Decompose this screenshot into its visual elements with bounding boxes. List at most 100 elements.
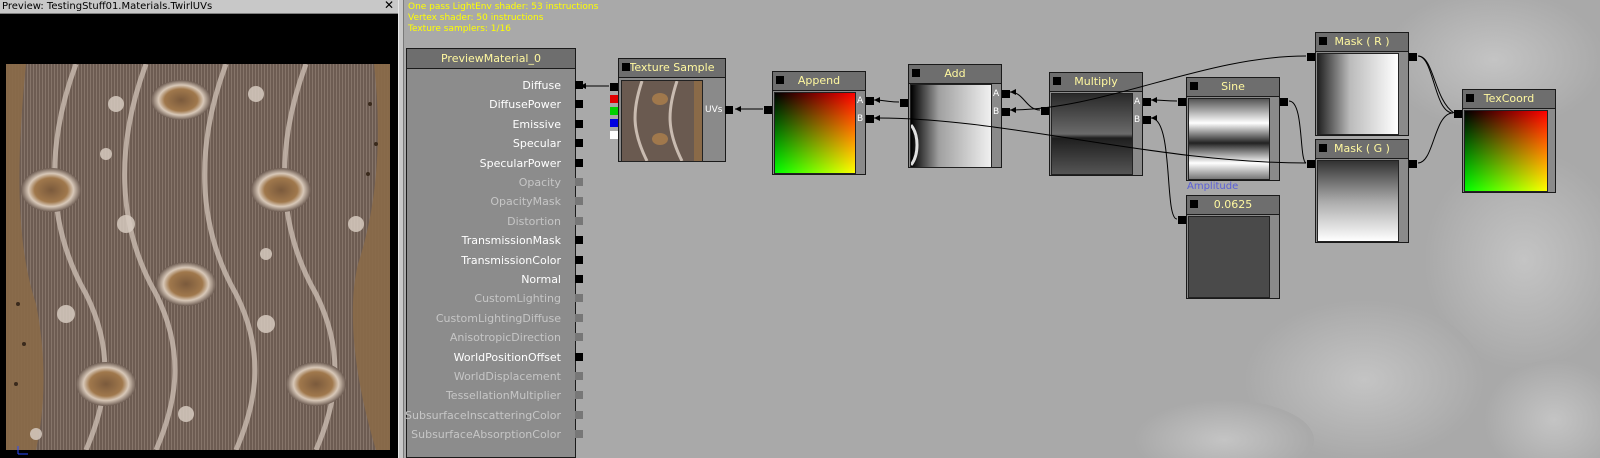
material-input-pin[interactable] <box>575 216 583 225</box>
close-icon[interactable]: ✕ <box>384 0 394 12</box>
material-input-pin[interactable] <box>575 139 583 148</box>
material-input-label: DiffusePower <box>489 98 561 112</box>
output-pin[interactable] <box>900 99 908 107</box>
preview-panel: Preview: TestingStuff01.Materials.TwirlU… <box>0 0 398 458</box>
node-title: Mask ( R ) <box>1334 35 1390 48</box>
output-pin[interactable] <box>764 106 772 114</box>
collapse-toggle-icon[interactable] <box>1190 82 1198 90</box>
material-input-row[interactable]: Diffuse <box>405 76 583 95</box>
material-input-pin[interactable] <box>575 100 583 109</box>
material-input-row[interactable]: Opacity <box>405 173 583 192</box>
material-input-row[interactable]: DiffusePower <box>405 95 583 114</box>
output-pin-b[interactable] <box>610 119 618 127</box>
material-input-row[interactable]: SpecularPower <box>405 154 583 173</box>
output-pin-r[interactable] <box>610 95 618 103</box>
material-graph-canvas[interactable]: One pass LightEnv shader: 53 instruction… <box>404 0 1600 458</box>
output-pin[interactable] <box>1041 107 1049 115</box>
material-input-row[interactable]: CustomLightingDiffuse <box>405 309 583 328</box>
input-pin-b[interactable] <box>1143 116 1151 124</box>
material-input-pin[interactable] <box>575 158 583 167</box>
texture-sample-node[interactable]: Texture Sample UVs <box>610 58 733 162</box>
material-input-pin[interactable] <box>575 352 583 361</box>
mask-r-node[interactable]: Mask ( R ) <box>1307 32 1417 136</box>
material-input-label: CustomLighting <box>474 292 561 306</box>
material-input-pin[interactable] <box>575 333 583 342</box>
add-node[interactable]: Add A B <box>900 64 1010 168</box>
material-input-pin[interactable] <box>575 255 583 264</box>
collapse-toggle-icon[interactable] <box>1319 37 1327 45</box>
output-pin[interactable] <box>1178 98 1186 106</box>
input-pin[interactable] <box>1409 53 1417 61</box>
material-input-row[interactable]: TransmissionMask <box>405 231 583 250</box>
material-input-pin[interactable] <box>575 430 583 439</box>
material-input-pin[interactable] <box>575 236 583 245</box>
collapse-toggle-icon[interactable] <box>776 76 784 84</box>
material-input-row[interactable]: Emissive <box>405 115 583 134</box>
preview-material-node[interactable]: PreviewMaterial_0 Diffuse DiffusePower Emi… <box>405 48 583 458</box>
material-input-row[interactable]: Distortion <box>405 212 583 231</box>
collapse-toggle-icon[interactable] <box>1190 200 1198 208</box>
mask-g-node[interactable]: Mask ( G ) <box>1307 139 1417 243</box>
output-pin[interactable] <box>1178 216 1186 224</box>
output-pin-a[interactable] <box>610 131 618 139</box>
material-input-row[interactable]: WorldDisplacement <box>405 367 583 386</box>
output-pin-rgb[interactable] <box>610 83 618 91</box>
material-input-row[interactable]: OpacityMask <box>405 192 583 211</box>
material-input-label: OpacityMask <box>490 195 561 209</box>
material-input-label: Distortion <box>507 214 561 228</box>
material-input-pin[interactable] <box>575 372 583 380</box>
input-pin-uvs[interactable] <box>725 106 733 114</box>
material-input-row[interactable]: TransmissionColor <box>405 251 583 270</box>
output-pin-g[interactable] <box>610 107 618 115</box>
input-pin-b[interactable] <box>1002 108 1010 116</box>
material-input-row[interactable]: TessellationMultiplier <box>405 386 583 405</box>
collapse-toggle-icon[interactable] <box>1053 77 1061 85</box>
material-input-row[interactable]: CustomLighting <box>405 289 583 308</box>
collapse-toggle-icon[interactable] <box>622 63 630 71</box>
material-input-label: TransmissionColor <box>461 253 561 267</box>
output-pin[interactable] <box>1307 160 1315 168</box>
material-input-pin[interactable] <box>575 197 583 206</box>
input-pin-a[interactable] <box>866 97 874 105</box>
material-input-label: SpecularPower <box>479 156 561 170</box>
material-input-row[interactable]: Normal <box>405 270 583 289</box>
material-input-pin[interactable] <box>575 81 583 89</box>
amplitude-caption: Amplitude <box>1187 181 1239 192</box>
multiply-node[interactable]: Multiply A B <box>1041 72 1151 176</box>
material-input-row[interactable]: AnisotropicDirection <box>405 328 583 347</box>
constant-node[interactable]: 0.0625 <box>1178 195 1280 299</box>
material-input-pin[interactable] <box>575 410 583 419</box>
collapse-toggle-icon[interactable] <box>1466 94 1474 102</box>
collapse-toggle-icon[interactable] <box>1319 144 1327 152</box>
append-node[interactable]: Append A B <box>764 71 874 175</box>
node-title: Add <box>944 67 966 80</box>
material-input-row[interactable]: WorldPositionOffset <box>405 348 583 367</box>
sine-node[interactable]: Sine <box>1178 77 1288 181</box>
material-input-row[interactable]: SubsurfaceAbsorptionColor <box>405 425 583 444</box>
input-pin-a[interactable] <box>1143 98 1151 106</box>
input-pin-b[interactable] <box>866 115 874 123</box>
material-input-label: SubsurfaceInscatteringColor <box>405 408 561 422</box>
material-input-row[interactable]: SubsurfaceInscatteringColor <box>405 406 583 425</box>
collapse-toggle-icon[interactable] <box>912 69 920 77</box>
input-pin[interactable] <box>1409 160 1417 168</box>
material-input-label: TransmissionMask <box>461 234 561 248</box>
material-input-pin[interactable] <box>575 275 583 283</box>
output-pin[interactable] <box>1454 110 1462 118</box>
material-input-pin[interactable] <box>575 119 583 128</box>
material-input-pin[interactable] <box>575 313 583 322</box>
append-preview <box>774 92 856 174</box>
output-pin[interactable] <box>1307 53 1315 61</box>
node-title: PreviewMaterial_0 <box>407 49 575 69</box>
material-input-row[interactable]: Specular <box>405 134 583 153</box>
material-input-pin[interactable] <box>575 294 583 303</box>
canvas-background <box>1134 0 1600 458</box>
input-pin-a[interactable] <box>1002 90 1010 98</box>
constant-preview <box>1188 216 1270 298</box>
material-preview-viewport[interactable] <box>6 64 390 450</box>
material-input-label: Opacity <box>518 176 561 189</box>
texcoord-node[interactable]: TexCoord <box>1454 89 1556 193</box>
material-input-pin[interactable] <box>575 178 583 186</box>
input-pin[interactable] <box>1280 98 1288 106</box>
material-input-pin[interactable] <box>575 391 583 400</box>
